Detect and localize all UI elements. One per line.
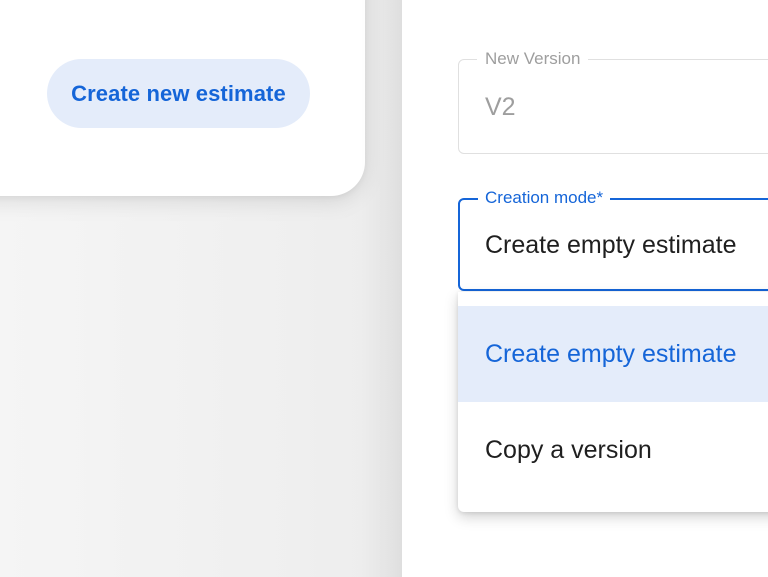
creation-mode-select[interactable]: Creation mode* Create empty estimate bbox=[458, 188, 768, 291]
menu-option-copy-a-version[interactable]: Copy a version bbox=[458, 402, 768, 498]
panel-shadow bbox=[360, 0, 402, 577]
new-version-panel: New Version V2 Creation mode* Create emp… bbox=[402, 0, 768, 577]
page: Create new estimate New Version V2 Creat… bbox=[0, 0, 768, 577]
creation-mode-value: Create empty estimate bbox=[485, 231, 737, 259]
new-version-field[interactable]: New Version V2 bbox=[458, 49, 768, 154]
create-new-estimate-button[interactable]: Create new estimate bbox=[47, 59, 310, 128]
menu-option-create-empty-estimate[interactable]: Create empty estimate bbox=[458, 306, 768, 402]
estimate-card: Create new estimate bbox=[0, 0, 365, 196]
new-version-label: New Version bbox=[477, 49, 589, 69]
new-version-value: V2 bbox=[485, 93, 516, 121]
creation-mode-label: Creation mode* bbox=[478, 188, 611, 208]
creation-mode-dropdown-menu: Create empty estimate Copy a version bbox=[458, 292, 768, 512]
